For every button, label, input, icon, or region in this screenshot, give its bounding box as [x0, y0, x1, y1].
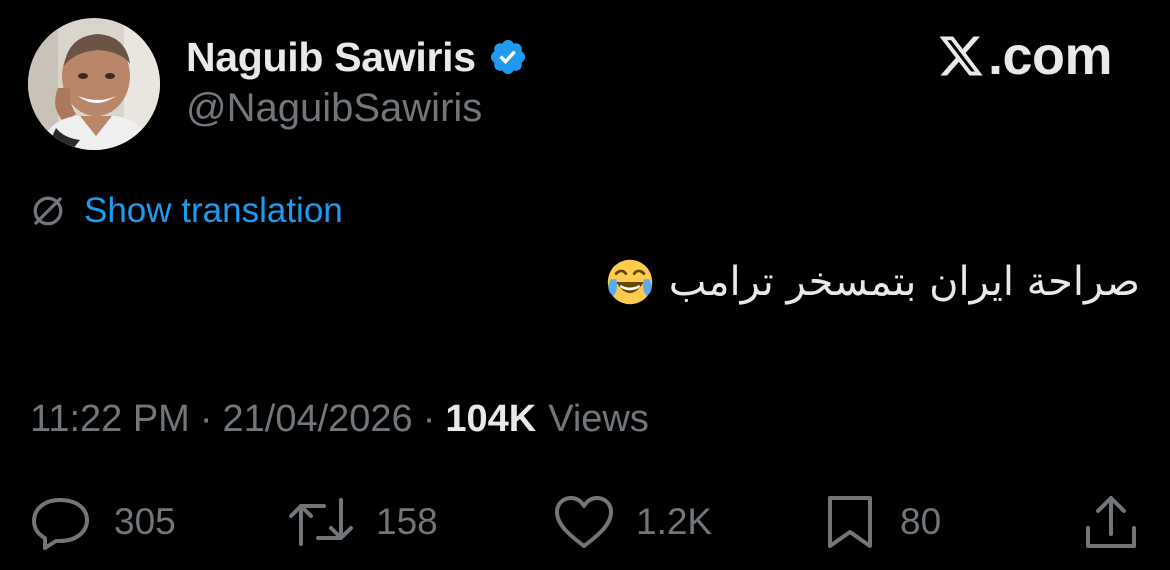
reply-icon — [32, 498, 89, 550]
heart-icon — [555, 496, 613, 548]
views-count: 104K — [445, 397, 537, 440]
meta-separator: · — [199, 397, 213, 440]
share-icon — [1086, 496, 1136, 548]
like-button[interactable]: 1.2K — [552, 492, 712, 552]
tweet-date[interactable]: 21/04/2026 — [223, 398, 413, 441]
tweet-time[interactable]: 11:22 PM — [30, 398, 190, 441]
like-count: 1.2K — [636, 501, 713, 542]
show-translation-link[interactable]: Show translation — [84, 191, 343, 231]
display-name[interactable]: Naguib Sawiris — [186, 34, 476, 81]
author-handle[interactable]: @NaguibSawiris — [186, 86, 482, 131]
globe-icon — [33, 196, 63, 226]
verified-badge-icon — [490, 39, 525, 75]
reply-button[interactable]: 305 — [30, 492, 176, 552]
repost-icon — [289, 498, 353, 546]
share-button[interactable] — [1082, 492, 1140, 552]
avatar[interactable] — [28, 18, 160, 150]
reply-count: 305 — [114, 501, 176, 542]
action-bar: 305 158 1.2K 80 — [0, 492, 1170, 552]
bookmark-button[interactable]: 80 — [820, 492, 941, 552]
repost-button[interactable]: 158 — [286, 492, 438, 552]
views-label: Views — [548, 397, 649, 440]
brand-domain: .com — [987, 26, 1113, 86]
translation-row: Show translation — [30, 188, 343, 234]
bookmark-count: 80 — [900, 501, 942, 542]
x-logo-icon — [939, 36, 983, 76]
tweet-text: صراحة ايران بتمسخر ترامب — [605, 250, 1140, 314]
face-with-tears-of-joy-icon — [607, 259, 653, 305]
tweet-meta: 11:22 PM · 21/04/2026 · 104K Views — [30, 394, 649, 444]
meta-separator: · — [422, 397, 436, 440]
repost-count: 158 — [376, 501, 438, 542]
author-name-row: Naguib Sawiris — [186, 32, 528, 82]
bookmark-icon — [828, 496, 872, 548]
avatar-image — [28, 18, 160, 150]
brand-watermark: .com — [936, 26, 1113, 86]
tweet-body: صراحة ايران بتمسخر ترامب — [668, 259, 1140, 305]
